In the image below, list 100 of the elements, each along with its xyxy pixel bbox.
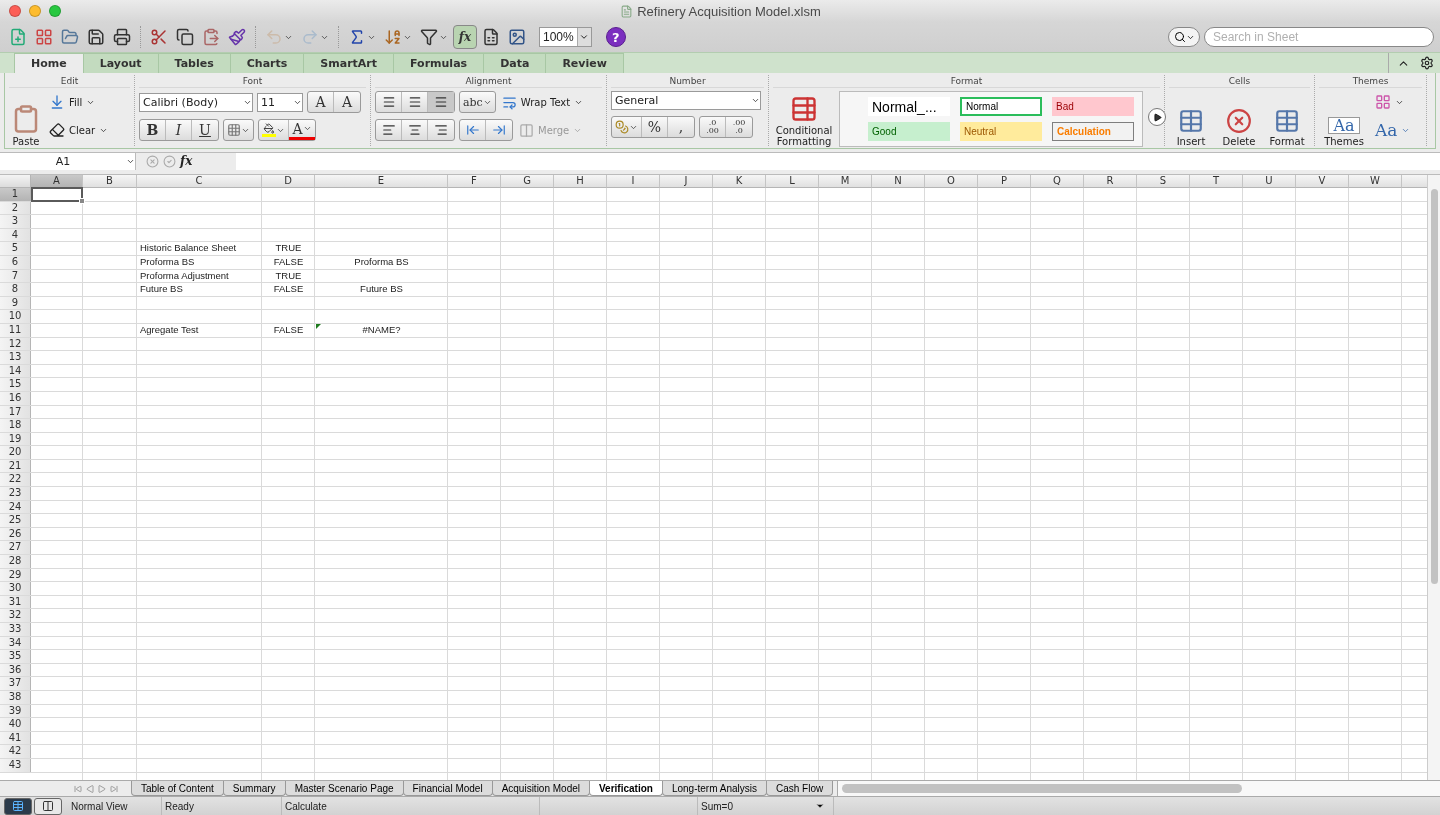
number-format-field[interactable]: General bbox=[611, 91, 761, 110]
row-header[interactable]: 3 bbox=[0, 215, 31, 228]
row-header[interactable]: 27 bbox=[0, 541, 31, 555]
column-header[interactable]: E bbox=[315, 175, 448, 188]
row-header[interactable]: 1 bbox=[0, 188, 31, 201]
font-size-field[interactable]: 11 bbox=[257, 92, 303, 112]
row-header[interactable]: 15 bbox=[0, 378, 31, 391]
row-header[interactable]: 33 bbox=[0, 623, 31, 636]
conditional-formatting-button[interactable]: Conditional Formatting bbox=[773, 91, 835, 147]
fill-button[interactable]: Fill bbox=[47, 91, 111, 113]
cell-style[interactable]: Normal_... bbox=[868, 97, 950, 116]
column-header[interactable]: I bbox=[607, 175, 660, 188]
column-header[interactable]: Q bbox=[1031, 175, 1084, 188]
sheet-tab[interactable]: Cash Flow bbox=[765, 781, 834, 796]
row-header[interactable]: 18 bbox=[0, 419, 31, 432]
zoom-dropdown[interactable] bbox=[576, 28, 591, 46]
font-color-button[interactable]: A bbox=[289, 120, 315, 140]
cell-style[interactable]: Normal bbox=[960, 97, 1042, 116]
name-box[interactable]: A1 bbox=[0, 152, 136, 170]
sheet-tab[interactable]: Summary bbox=[222, 781, 286, 796]
sheet-tab[interactable]: Financial Model bbox=[402, 781, 493, 796]
row-header[interactable]: 40 bbox=[0, 718, 31, 731]
column-header[interactable]: K bbox=[713, 175, 766, 188]
sum-dropdown[interactable]: Sum=0 bbox=[698, 796, 834, 815]
search-options-button[interactable] bbox=[1168, 27, 1200, 47]
column-header[interactable]: R bbox=[1084, 175, 1137, 188]
column-header[interactable]: W bbox=[1349, 175, 1402, 188]
insert-function-button[interactable]: fx bbox=[180, 154, 193, 168]
column-header[interactable]: F bbox=[448, 175, 501, 188]
cells-button[interactable]: Format bbox=[1265, 91, 1309, 147]
wrap-text-button[interactable]: Wrap Text bbox=[499, 91, 586, 113]
italic-button[interactable]: I bbox=[166, 120, 192, 140]
column-header[interactable]: D bbox=[262, 175, 315, 188]
settings-icon[interactable] bbox=[1420, 56, 1434, 70]
column-header[interactable]: O bbox=[925, 175, 978, 188]
row-header[interactable]: 32 bbox=[0, 609, 31, 622]
sheet-tab[interactable]: Verification bbox=[589, 781, 663, 796]
column-header[interactable]: P bbox=[978, 175, 1031, 188]
shrink-font-button[interactable]: A bbox=[334, 92, 360, 112]
next-sheet-icon[interactable] bbox=[98, 784, 106, 793]
ribbon-tab[interactable]: Review bbox=[545, 53, 624, 73]
ribbon-tab[interactable]: Formulas bbox=[393, 53, 485, 73]
ribbon-tab[interactable]: SmartArt bbox=[303, 53, 395, 73]
ribbon-tab[interactable]: Layout bbox=[82, 53, 159, 73]
row-header[interactable]: 8 bbox=[0, 283, 31, 296]
column-header[interactable]: C bbox=[137, 175, 262, 188]
themes-button[interactable]: Aa Themes bbox=[1319, 91, 1369, 147]
column-header[interactable]: M bbox=[819, 175, 872, 188]
row-header[interactable]: 30 bbox=[0, 582, 31, 595]
column-header[interactable]: H bbox=[554, 175, 607, 188]
comma-button[interactable]: , bbox=[668, 117, 694, 137]
column-header[interactable]: U bbox=[1243, 175, 1296, 188]
search-field[interactable]: Search in Sheet bbox=[1204, 27, 1434, 47]
decrease-decimal-button[interactable]: .00 .0 bbox=[726, 117, 752, 137]
column-header[interactable]: N bbox=[872, 175, 925, 188]
ribbon-tab[interactable]: Charts bbox=[229, 53, 305, 73]
row-header[interactable]: 42 bbox=[0, 745, 31, 758]
horizontal-scrollbar[interactable] bbox=[837, 781, 1440, 796]
column-header[interactable]: B bbox=[83, 175, 137, 188]
align-bottom-button[interactable] bbox=[428, 92, 454, 112]
cells-button[interactable]: Insert bbox=[1169, 91, 1213, 147]
row-header[interactable]: 37 bbox=[0, 677, 31, 690]
row-header[interactable]: 28 bbox=[0, 555, 31, 568]
more-styles-button[interactable] bbox=[1148, 108, 1166, 126]
vertical-scrollbar[interactable] bbox=[1427, 175, 1440, 780]
underline-button[interactable]: U bbox=[192, 120, 218, 140]
page-layout-view-button[interactable] bbox=[34, 797, 62, 815]
sheet-tab[interactable]: Table of Content bbox=[131, 781, 224, 796]
column-header[interactable]: G bbox=[501, 175, 554, 188]
fill-handle[interactable] bbox=[79, 197, 85, 204]
row-header[interactable]: 23 bbox=[0, 487, 31, 500]
row-header[interactable]: 10 bbox=[0, 310, 31, 323]
help-button[interactable]: ? bbox=[605, 27, 626, 47]
orientation-button[interactable]: abc bbox=[460, 92, 495, 112]
column-header[interactable]: J bbox=[660, 175, 713, 188]
ribbon-tab[interactable]: Home bbox=[14, 53, 84, 73]
column-header[interactable]: V bbox=[1296, 175, 1349, 188]
column-header[interactable]: S bbox=[1137, 175, 1190, 188]
increase-decimal-button[interactable]: .0 .00 bbox=[700, 117, 726, 137]
row-header[interactable]: 20 bbox=[0, 446, 31, 459]
cell-style[interactable]: Good bbox=[868, 122, 950, 141]
row-header[interactable]: 35 bbox=[0, 650, 31, 663]
sheet-tab[interactable]: Master Scenario Page bbox=[284, 781, 404, 796]
cancel-icon[interactable] bbox=[146, 154, 159, 168]
sheet-tab[interactable]: Long-term Analysis bbox=[661, 781, 767, 796]
cell-style[interactable]: Neutral bbox=[960, 122, 1042, 141]
row-header[interactable]: 5 bbox=[0, 242, 31, 255]
ribbon-tab[interactable]: Data bbox=[483, 53, 547, 73]
zoom-field[interactable]: 100% bbox=[539, 27, 592, 47]
sheet-tab[interactable]: Acquisition Model bbox=[491, 781, 590, 796]
paste-button[interactable]: Paste bbox=[9, 91, 43, 147]
row-header[interactable]: 25 bbox=[0, 514, 31, 527]
clear-button[interactable]: Clear bbox=[47, 119, 111, 141]
ribbon-tab[interactable]: Tables bbox=[157, 53, 231, 73]
fill-color-button[interactable] bbox=[259, 120, 289, 140]
font-name-field[interactable]: Calibri (Body) bbox=[139, 92, 253, 112]
formula-field[interactable] bbox=[236, 152, 1440, 170]
cell-style[interactable]: Bad bbox=[1052, 97, 1134, 116]
cells-button[interactable]: Delete bbox=[1217, 91, 1261, 147]
formula-builder-button[interactable]: fx bbox=[453, 25, 477, 49]
